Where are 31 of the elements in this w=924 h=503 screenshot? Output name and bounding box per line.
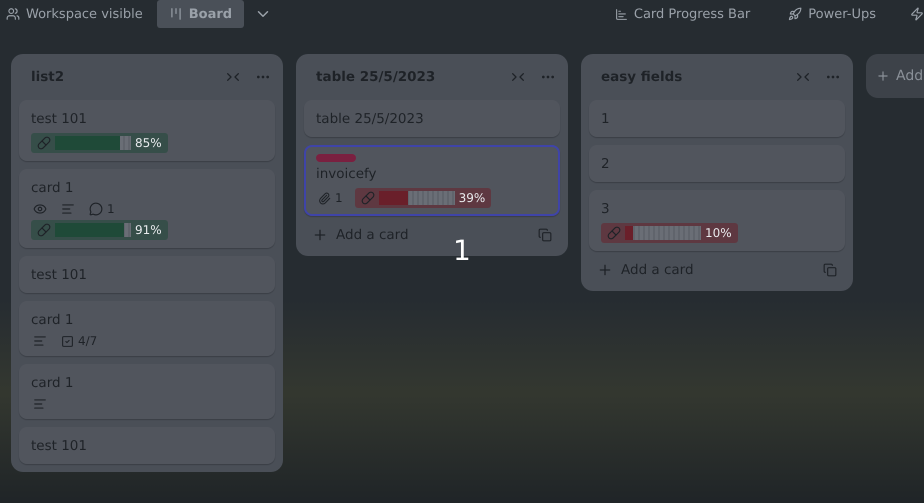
progress-reading: 39% (458, 191, 486, 205)
description-icon (61, 202, 75, 216)
rocket-icon (788, 7, 802, 21)
plus-icon (597, 262, 613, 278)
card-progress-button[interactable]: Card Progress Bar (610, 0, 754, 28)
comment-icon (89, 202, 103, 216)
pill-icon (37, 223, 51, 237)
workspace-visibility[interactable]: Workspace visible (2, 0, 147, 28)
power-ups-button[interactable]: Power-Ups (784, 0, 880, 28)
template-icon[interactable] (538, 228, 552, 242)
overlay-number: 1 (453, 234, 471, 267)
pill-icon (607, 226, 621, 240)
progress-reading: 85% (135, 136, 162, 150)
description-icon (33, 397, 47, 411)
checklist-icon (61, 334, 74, 348)
plus-icon (876, 69, 890, 83)
board-view-tab[interactable]: Board (156, 0, 244, 28)
paperclip-icon (318, 192, 331, 204)
board-icon (168, 7, 183, 21)
chart-icon (614, 8, 628, 20)
pill-icon (360, 191, 375, 205)
people-icon (6, 7, 20, 21)
eye-icon (33, 202, 47, 216)
progress-reading: 10% (705, 226, 732, 240)
progress-reading: 91% (135, 223, 162, 237)
template-icon[interactable] (823, 263, 837, 277)
add-list-button[interactable]: Add (866, 54, 924, 98)
pill-icon (37, 136, 51, 150)
lightning-icon[interactable] (910, 7, 924, 21)
description-icon (33, 334, 47, 348)
plus-icon (312, 227, 328, 243)
